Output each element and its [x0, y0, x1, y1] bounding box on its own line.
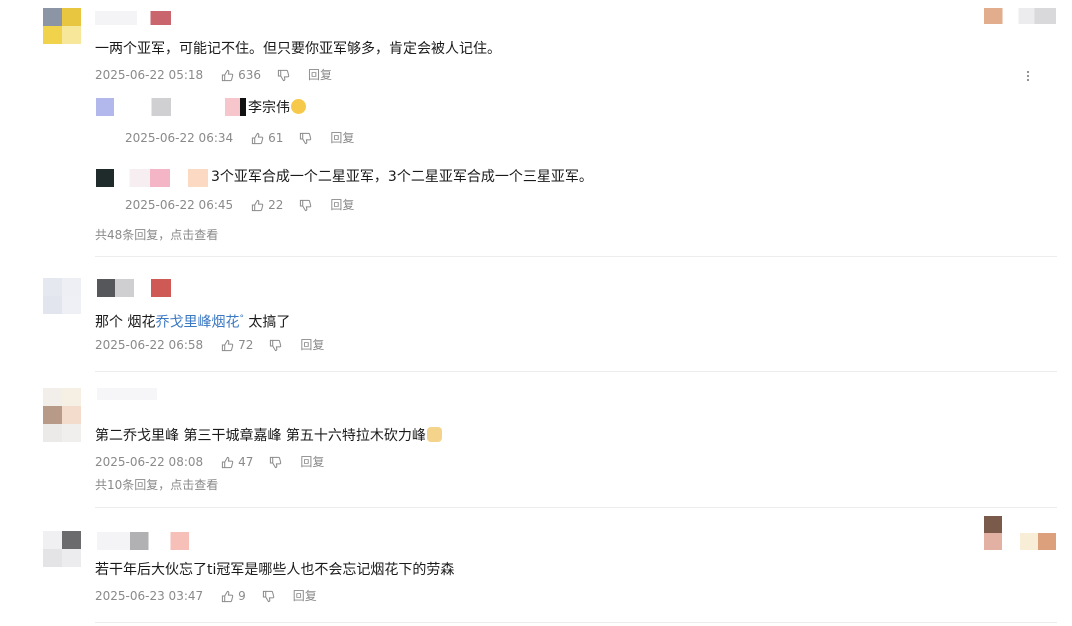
reply-text: 李宗伟 [248, 99, 306, 117]
thumbs-up-icon [222, 456, 234, 468]
comment-text-content: 第二乔戈里峰 第三干城章嘉峰 第五十六特拉木砍力峰 [95, 428, 426, 444]
avatar[interactable] [43, 531, 81, 567]
like-button[interactable]: 636 [221, 67, 261, 83]
reply-text-content: 李宗伟 [248, 100, 290, 116]
reply-button[interactable]: 回复 [300, 337, 324, 353]
like-count: 47 [238, 455, 254, 469]
comment-text-suffix: 太搞了 [243, 314, 291, 331]
view-more-replies-link[interactable]: 共10条回复，点击查看 [95, 476, 218, 493]
like-count: 61 [268, 131, 284, 145]
like-button[interactable]: 47 [221, 454, 253, 470]
reply-button[interactable]: 回复 [308, 67, 332, 83]
like-button[interactable]: 72 [221, 337, 253, 353]
thumbs-up-icon [252, 132, 264, 144]
comment-meta: 2025-06-22 08:08 47 回复 [95, 454, 324, 470]
dislike-button[interactable] [262, 590, 275, 603]
thumbs-down-icon [300, 199, 312, 211]
laughing-emoji-icon [291, 99, 306, 114]
thumbs-down-icon [277, 69, 290, 81]
dislike-button[interactable] [269, 339, 282, 352]
timestamp: 2025-06-23 03:47 [95, 589, 204, 603]
comment-meta: 2025-06-23 03:47 9 回复 [95, 588, 317, 604]
user-badge-blurred [984, 516, 1056, 550]
topic-link[interactable]: 乔戈里峰烟花 [155, 315, 239, 331]
divider [95, 371, 1057, 372]
divider [95, 622, 1057, 623]
comment-text: 第二乔戈里峰 第三干城章嘉峰 第五十六特拉木砍力峰 [95, 427, 442, 445]
reply-button[interactable]: 回复 [300, 454, 324, 470]
timestamp: 2025-06-22 06:45 [125, 198, 234, 212]
comment-text: 若干年后大伙忘了ti冠军是哪些人也不会忘记烟花下的劳森 [95, 562, 455, 578]
like-count: 22 [268, 198, 284, 212]
timestamp: 2025-06-22 08:08 [95, 455, 204, 469]
user-badge-blurred [984, 8, 1056, 24]
comment-text: 那个 烟花乔戈里峰烟花° 太搞了 [95, 310, 290, 332]
avatar[interactable] [43, 388, 81, 442]
timestamp: 2025-06-22 06:58 [95, 338, 204, 352]
thumbs-up-icon [222, 339, 234, 351]
like-count: 636 [238, 68, 262, 82]
reply-username-blurred[interactable] [96, 169, 208, 187]
reply-text: 3个亚军合成一个二星亚军，3个二星亚军合成一个三星亚军。 [211, 169, 593, 185]
like-button[interactable]: 9 [221, 588, 246, 604]
timestamp: 2025-06-22 05:18 [95, 68, 204, 82]
more-vertical-icon[interactable] [1026, 70, 1030, 82]
thumbs-down-icon [270, 456, 282, 468]
avatar[interactable] [43, 278, 81, 314]
thumbs-down-icon [262, 590, 275, 602]
thumbs-down-icon [270, 339, 282, 351]
username-blurred[interactable] [97, 388, 157, 400]
dislike-button[interactable] [277, 69, 290, 82]
comment-text: 一两个亚军，可能记不住。但只要你亚军够多，肯定会被人记住。 [95, 41, 501, 57]
like-button[interactable]: 22 [251, 197, 283, 213]
comment-text-prefix: 那个 烟花 [95, 314, 156, 331]
reply-meta: 2025-06-22 06:45 22 回复 [125, 197, 354, 213]
thumbs-up-icon [222, 590, 234, 602]
username-blurred[interactable] [97, 279, 171, 297]
comment-meta: 2025-06-22 05:18 636 回复 [95, 67, 332, 83]
reply-username-blurred[interactable] [96, 98, 246, 116]
divider [95, 507, 1057, 508]
username-blurred[interactable] [95, 11, 171, 25]
like-button[interactable]: 61 [251, 130, 283, 146]
dislike-button[interactable] [269, 456, 282, 469]
dislike-button[interactable] [299, 132, 312, 145]
cat-emoji-icon [426, 427, 442, 442]
dislike-button[interactable] [299, 199, 312, 212]
reply-meta: 2025-06-22 06:34 61 回复 [125, 130, 354, 146]
username-blurred[interactable] [97, 532, 189, 550]
view-more-replies-link[interactable]: 共48条回复，点击查看 [95, 226, 218, 243]
thumbs-up-icon [252, 199, 264, 211]
timestamp: 2025-06-22 06:34 [125, 131, 234, 145]
like-count: 72 [238, 338, 254, 352]
comment-meta: 2025-06-22 06:58 72 回复 [95, 337, 324, 353]
thumbs-down-icon [300, 132, 312, 144]
avatar[interactable] [43, 8, 81, 44]
reply-button[interactable]: 回复 [330, 197, 354, 213]
reply-button[interactable]: 回复 [293, 588, 317, 604]
like-count: 9 [238, 589, 246, 603]
divider [95, 256, 1057, 257]
thumbs-up-icon [222, 69, 234, 81]
reply-button[interactable]: 回复 [330, 130, 354, 146]
